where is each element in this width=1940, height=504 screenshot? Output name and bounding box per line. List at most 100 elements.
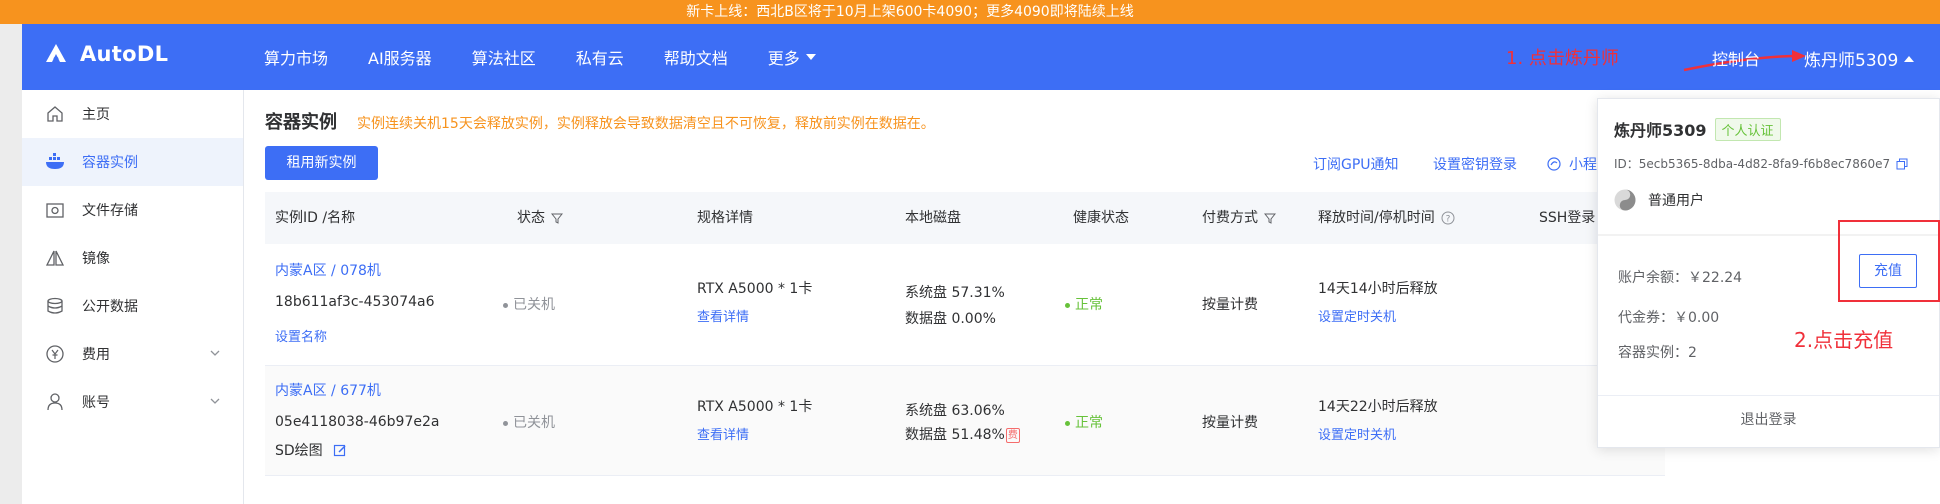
- fee-badge: 费: [1005, 427, 1020, 443]
- mini-program-icon: [1547, 157, 1561, 171]
- col-health: 健康状态: [1073, 210, 1129, 226]
- col-billing-label: 付费方式: [1202, 210, 1258, 226]
- system-disk-usage: 系统盘 57.31%: [905, 285, 1005, 301]
- rent-new-instance-button[interactable]: 租用新实例: [265, 146, 378, 180]
- nav-item-more[interactable]: 更多: [768, 45, 816, 69]
- copy-icon[interactable]: [1896, 158, 1908, 170]
- recharge-button[interactable]: 充值: [1859, 254, 1917, 288]
- nav-item-community[interactable]: 算法社区: [472, 45, 536, 69]
- container-icon: [44, 151, 66, 173]
- instance-id: 05e4118038-46b97e2a: [275, 414, 440, 430]
- voucher-balance: 代金券：￥0.00: [1618, 310, 1720, 326]
- billing-type: 按量计费: [1202, 415, 1258, 431]
- status-dot: [503, 302, 508, 308]
- chevron-down-icon: [210, 398, 220, 404]
- subscribe-gpu-link[interactable]: 订阅GPU通知: [1313, 154, 1399, 174]
- sidebar-item-label: 费用: [82, 347, 110, 363]
- col-release: 释放时间/停机时间 ?: [1318, 192, 1455, 244]
- system-disk-usage: 系统盘 63.06%: [905, 403, 1005, 419]
- nav-item-private-cloud[interactable]: 私有云: [576, 45, 624, 69]
- spec-text: RTX A5000 * 1卡: [697, 399, 813, 415]
- announcement-banner[interactable]: 新卡上线：西北B区将于10月上架600卡4090；更多4090即将陆续上线: [0, 0, 1940, 24]
- popover-header: 炼丹师5309 个人认证: [1614, 117, 1781, 141]
- annotation-step-2: 2.点击充值: [1794, 328, 1894, 352]
- instance-name: SD绘图: [275, 440, 347, 460]
- svg-text:?: ?: [1445, 215, 1450, 225]
- status-badge: 已关机: [503, 412, 555, 432]
- sidebar-item-public-data[interactable]: 公开数据: [22, 282, 243, 330]
- filter-icon[interactable]: [551, 212, 563, 224]
- spec-detail-link[interactable]: 查看详情: [697, 306, 749, 325]
- sidebar-item-label: 容器实例: [82, 155, 138, 171]
- col-spec: 规格详情: [697, 210, 753, 226]
- nav-item-docs[interactable]: 帮助文档: [664, 45, 728, 69]
- health-label: 正常: [1075, 415, 1103, 431]
- sidebar-item-label: 镜像: [82, 251, 110, 267]
- health-dot: [1065, 302, 1070, 308]
- status-dot: [503, 420, 508, 426]
- health-status: 正常: [1065, 294, 1103, 314]
- sidebar-item-account[interactable]: 账号: [22, 378, 243, 426]
- nav-item-ai-server[interactable]: AI服务器: [368, 45, 432, 69]
- account-balance: 账户余额：￥22.24: [1618, 270, 1743, 286]
- sidebar-item-home[interactable]: 主页: [22, 90, 243, 138]
- user-popover: 炼丹师5309 个人认证 ID：5ecb5365-8dba-4d82-8fa9-…: [1597, 98, 1940, 448]
- table-row: 内蒙A区 / 078机 18b611af3c-453074a6 设置名称 已关机…: [265, 244, 1665, 366]
- set-name-link[interactable]: 设置名称: [275, 326, 327, 345]
- sidebar-item-label: 账号: [82, 395, 110, 411]
- nav-item-market[interactable]: 算力市场: [264, 45, 328, 69]
- health-label: 正常: [1075, 297, 1103, 313]
- annotation-step-1: 1. 点击炼丹师: [1506, 48, 1619, 69]
- release-warning: 实例连续关机15天会释放实例，实例释放会导致数据清空且不可恢复，释放前实例在数据…: [357, 116, 935, 132]
- instance-name-label: SD绘图: [275, 443, 323, 459]
- logo[interactable]: AutoDL: [42, 40, 168, 68]
- instance-table: 实例ID /名称 状态 规格详情 本地磁盘 健康状态 付费方式 释放时间/停机时…: [265, 192, 1665, 476]
- nav-more-label: 更多: [767, 49, 800, 68]
- col-ssh: SSH登录: [1539, 210, 1596, 226]
- logo-text: AutoDL: [80, 42, 169, 66]
- help-icon[interactable]: ?: [1441, 211, 1455, 225]
- data-disk-label: 数据盘 51.48%: [905, 427, 1005, 443]
- billing-type: 按量计费: [1202, 297, 1258, 313]
- col-billing[interactable]: 付费方式: [1202, 192, 1276, 244]
- storage-icon: [44, 199, 66, 221]
- popover-username: 炼丹师5309: [1614, 121, 1707, 140]
- top-nav: AutoDL 算力市场 AI服务器 算法社区 私有云 帮助文档 更多 1. 点击…: [22, 24, 1940, 90]
- instance-region-link[interactable]: 内蒙A区 / 078机: [275, 260, 381, 280]
- release-time: 14天22小时后释放: [1318, 399, 1438, 415]
- caret-up-icon: [1904, 55, 1915, 62]
- sidebar-item-images[interactable]: 镜像: [22, 234, 243, 282]
- banner-text: 新卡上线：西北B区将于10月上架600卡4090；更多4090即将陆续上线: [686, 4, 1134, 20]
- scheduled-shutdown-link[interactable]: 设置定时关机: [1318, 306, 1396, 325]
- sidebar-item-containers[interactable]: 容器实例: [22, 138, 243, 186]
- health-status: 正常: [1065, 412, 1103, 432]
- sidebar-item-billing[interactable]: 费用: [22, 330, 243, 378]
- instance-id: 18b611af3c-453074a6: [275, 294, 435, 310]
- status-label: 已关机: [513, 297, 555, 313]
- instance-region-link[interactable]: 内蒙A区 / 677机: [275, 380, 381, 400]
- mini-program-link[interactable]: 小程: [1547, 154, 1597, 174]
- status-label: 已关机: [513, 415, 555, 431]
- scheduled-shutdown-link[interactable]: 设置定时关机: [1318, 424, 1396, 443]
- data-disk-usage: 数据盘 51.48% 费: [905, 424, 1020, 444]
- sidebar-item-label: 公开数据: [82, 299, 138, 315]
- database-icon: [44, 295, 66, 317]
- sidebar-item-label: 主页: [82, 107, 110, 123]
- logout-button[interactable]: 退出登录: [1598, 409, 1939, 429]
- page-title: 容器实例: [265, 112, 337, 133]
- table-row: 内蒙A区 / 677机 05e4118038-46b97e2a SD绘图 已关机…: [265, 366, 1665, 476]
- nav-menu: 算力市场 AI服务器 算法社区 私有云 帮助文档 更多: [264, 24, 856, 90]
- ssh-key-link[interactable]: 设置密钥登录: [1433, 154, 1517, 174]
- image-icon: [44, 247, 66, 269]
- console-link[interactable]: 控制台: [1712, 46, 1760, 70]
- filter-icon[interactable]: [1264, 212, 1276, 224]
- col-status[interactable]: 状态: [517, 192, 563, 244]
- sidebar-item-storage[interactable]: 文件存储: [22, 186, 243, 234]
- edit-icon[interactable]: [333, 443, 347, 457]
- user-menu[interactable]: 炼丹师5309: [1804, 46, 1915, 71]
- chevron-down-icon: [210, 350, 220, 356]
- spec-detail-link[interactable]: 查看详情: [697, 424, 749, 443]
- certification-badge: 个人认证: [1714, 117, 1781, 141]
- spec-text: RTX A5000 * 1卡: [697, 281, 813, 297]
- col-instance-id: 实例ID /名称: [275, 210, 356, 226]
